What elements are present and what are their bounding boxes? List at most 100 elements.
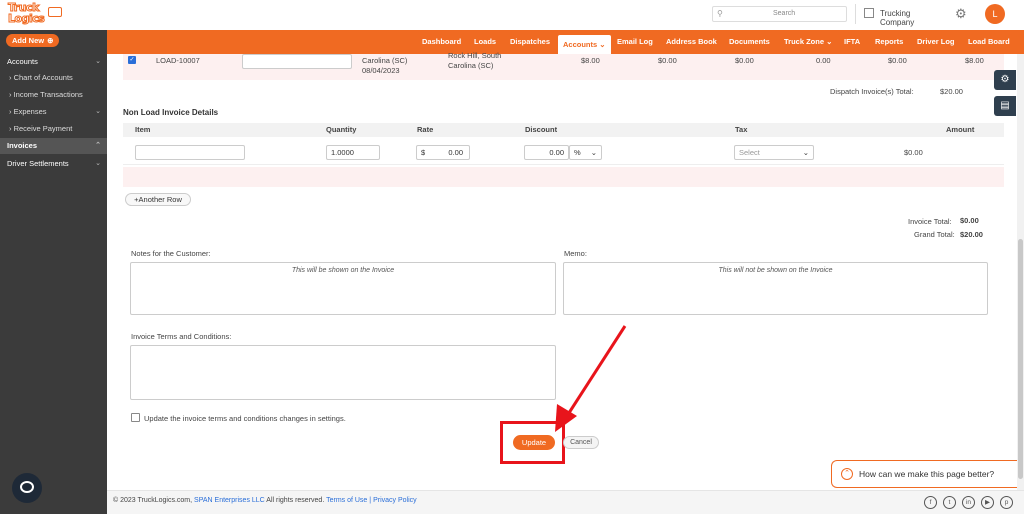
discount-type-select[interactable]: % ⌄ (569, 145, 602, 160)
load-id[interactable]: LOAD-10007 (156, 56, 200, 65)
discount-input[interactable]: 0.00 (524, 145, 569, 160)
feedback-widget[interactable]: ⌃ How can we make this page better? (831, 460, 1017, 488)
add-another-row-button[interactable]: +Another Row (125, 193, 191, 206)
load-checkbox[interactable]: ✓ (128, 56, 136, 64)
nav-driver-log[interactable]: Driver Log (917, 30, 955, 54)
rate-input[interactable]: $ 0.00 (416, 145, 470, 160)
sidebar-item-income-transactions[interactable]: › Income Transactions (0, 87, 107, 103)
youtube-icon[interactable]: ▶ (981, 496, 994, 509)
search-icon: ⚲ (717, 9, 723, 18)
sidebar-item-invoices[interactable]: Invoices ⌃ (0, 138, 107, 154)
privacy-link[interactable]: Privacy Policy (373, 497, 417, 504)
nav-load-board[interactable]: Load Board (968, 30, 1010, 54)
load-amount: $0.00 (735, 56, 754, 65)
add-new-button[interactable]: Add New ⊕ (6, 34, 59, 47)
sidebar: Add New ⊕ Accounts ⌄ › Chart of Accounts … (0, 30, 107, 514)
company-name: Trucking Company (880, 9, 915, 27)
nav-truck-zone[interactable]: Truck Zone ⌄ (784, 30, 832, 54)
column-header: Tax (735, 125, 748, 134)
document-float-icon[interactable]: ▤ (994, 96, 1016, 116)
truck-logics-logo[interactable]: Truck Logics (6, 2, 62, 28)
sidebar-item-label: › Expenses (9, 107, 47, 116)
load-amount: $0.00 (888, 56, 907, 65)
memo-hint: This will not be shown on the Invoice (718, 267, 833, 274)
empty-row (123, 167, 1004, 187)
column-header: Discount (525, 125, 558, 134)
add-new-label: Add New (12, 36, 45, 45)
sidebar-item-expenses[interactable]: › Expenses ⌄ (0, 104, 107, 120)
nav-email-log[interactable]: Email Log (617, 30, 653, 54)
quantity-input[interactable]: 1.0000 (326, 145, 380, 160)
logo-line2: Logics (7, 12, 45, 25)
sidebar-item-label: › Chart of Accounts (9, 73, 73, 82)
chevron-down-icon: ⌄ (95, 108, 101, 115)
top-header: Truck Logics ⚲ Search Trucking Company ⚙… (0, 0, 1024, 30)
search-input[interactable]: ⚲ Search (712, 6, 847, 22)
sidebar-item-driver-settlements[interactable]: Driver Settlements ⌄ (0, 156, 107, 172)
avatar[interactable]: L (985, 4, 1005, 24)
facebook-icon[interactable]: f (924, 496, 937, 509)
item-input[interactable] (135, 145, 245, 160)
nav-documents[interactable]: Documents (729, 30, 770, 54)
destination-line1: Rock Hill, South (448, 51, 502, 60)
sidebar-item-label: Driver Settlements (7, 159, 69, 168)
update-button[interactable]: Update (513, 435, 555, 450)
rate-value: 0.00 (448, 148, 463, 157)
chevron-down-icon: ⌄ (95, 58, 101, 65)
nav-dispatches[interactable]: Dispatches (510, 30, 550, 54)
building-icon (864, 8, 874, 18)
column-header: Quantity (326, 125, 357, 134)
load-amount: $8.00 (581, 56, 600, 65)
dispatch-total-label: Dispatch Invoice(s) Total: (830, 87, 914, 96)
chevron-up-icon: ⌃ (841, 468, 853, 480)
sidebar-item-receive-payment[interactable]: › Receive Payment (0, 121, 107, 137)
sidebar-item-accounts[interactable]: Accounts ⌄ (0, 54, 107, 70)
company-link[interactable]: SPAN Enterprises LLC (194, 497, 265, 504)
page-scrollbar[interactable] (1017, 54, 1024, 490)
section-title: Non Load Invoice Details (123, 108, 219, 117)
chat-icon (20, 481, 34, 493)
load-amount: $8.00 (965, 56, 984, 65)
footer: © 2023 TruckLogics.com, SPAN Enterprises… (107, 490, 1024, 514)
annotation-arrow (555, 325, 627, 432)
terms-textarea[interactable] (130, 345, 556, 400)
terms-link[interactable]: Terms of Use (326, 497, 367, 504)
origin-date: 08/04/2023 (362, 66, 400, 75)
load-note-input[interactable] (242, 54, 352, 69)
destination-line2: Carolina (SC) (448, 61, 494, 70)
update-terms-checkbox[interactable] (131, 413, 140, 422)
update-terms-label: Update the invoice terms and conditions … (144, 414, 346, 423)
memo-label: Memo: (564, 249, 587, 258)
currency-symbol: $ (421, 148, 426, 157)
load-amount: $0.00 (658, 56, 677, 65)
customer-notes-label: Notes for the Customer: (131, 249, 211, 258)
nav-address-book[interactable]: Address Book (666, 30, 717, 54)
linkedin-icon[interactable]: in (962, 496, 975, 509)
sidebar-item-chart-of-accounts[interactable]: › Chart of Accounts (0, 70, 107, 86)
memo-textarea[interactable]: This will not be shown on the Invoice (563, 262, 988, 315)
chevron-down-icon: ⌄ (599, 40, 606, 49)
column-header: Item (135, 125, 151, 134)
main-nav: Dashboard Loads Dispatches Accounts ⌄ Em… (107, 30, 1024, 54)
pinterest-icon[interactable]: p (1000, 496, 1013, 509)
rights-text: All rights reserved. (266, 497, 325, 504)
feedback-text: How can we make this page better? (859, 469, 995, 479)
table-header: Item Quantity Rate Discount Tax Amount (123, 123, 1004, 137)
cancel-button[interactable]: Cancel (563, 436, 599, 449)
twitter-icon[interactable]: t (943, 496, 956, 509)
sidebar-item-label: Accounts (7, 57, 38, 66)
settings-float-icon[interactable]: ⚙ (994, 70, 1016, 90)
tax-select[interactable]: Select ⌄ (734, 145, 814, 160)
gear-icon[interactable]: ⚙ (955, 6, 967, 22)
nav-truck-zone-label: Truck Zone (784, 37, 825, 46)
footer-separator: | (369, 497, 372, 504)
customer-notes-textarea[interactable]: This will be shown on the Invoice (130, 262, 556, 315)
invoice-total-value: $0.00 (960, 216, 979, 225)
nav-accounts[interactable]: Accounts ⌄ (558, 35, 611, 54)
company-selector[interactable]: Trucking Company (855, 4, 945, 27)
nav-reports[interactable]: Reports (875, 30, 903, 54)
nav-ifta[interactable]: IFTA (844, 30, 860, 54)
scrollbar-thumb[interactable] (1018, 239, 1023, 479)
main-content: ✓ LOAD-10007 Carolina (SC) 08/04/2023 Ro… (107, 51, 1017, 490)
chat-button[interactable] (12, 473, 42, 503)
